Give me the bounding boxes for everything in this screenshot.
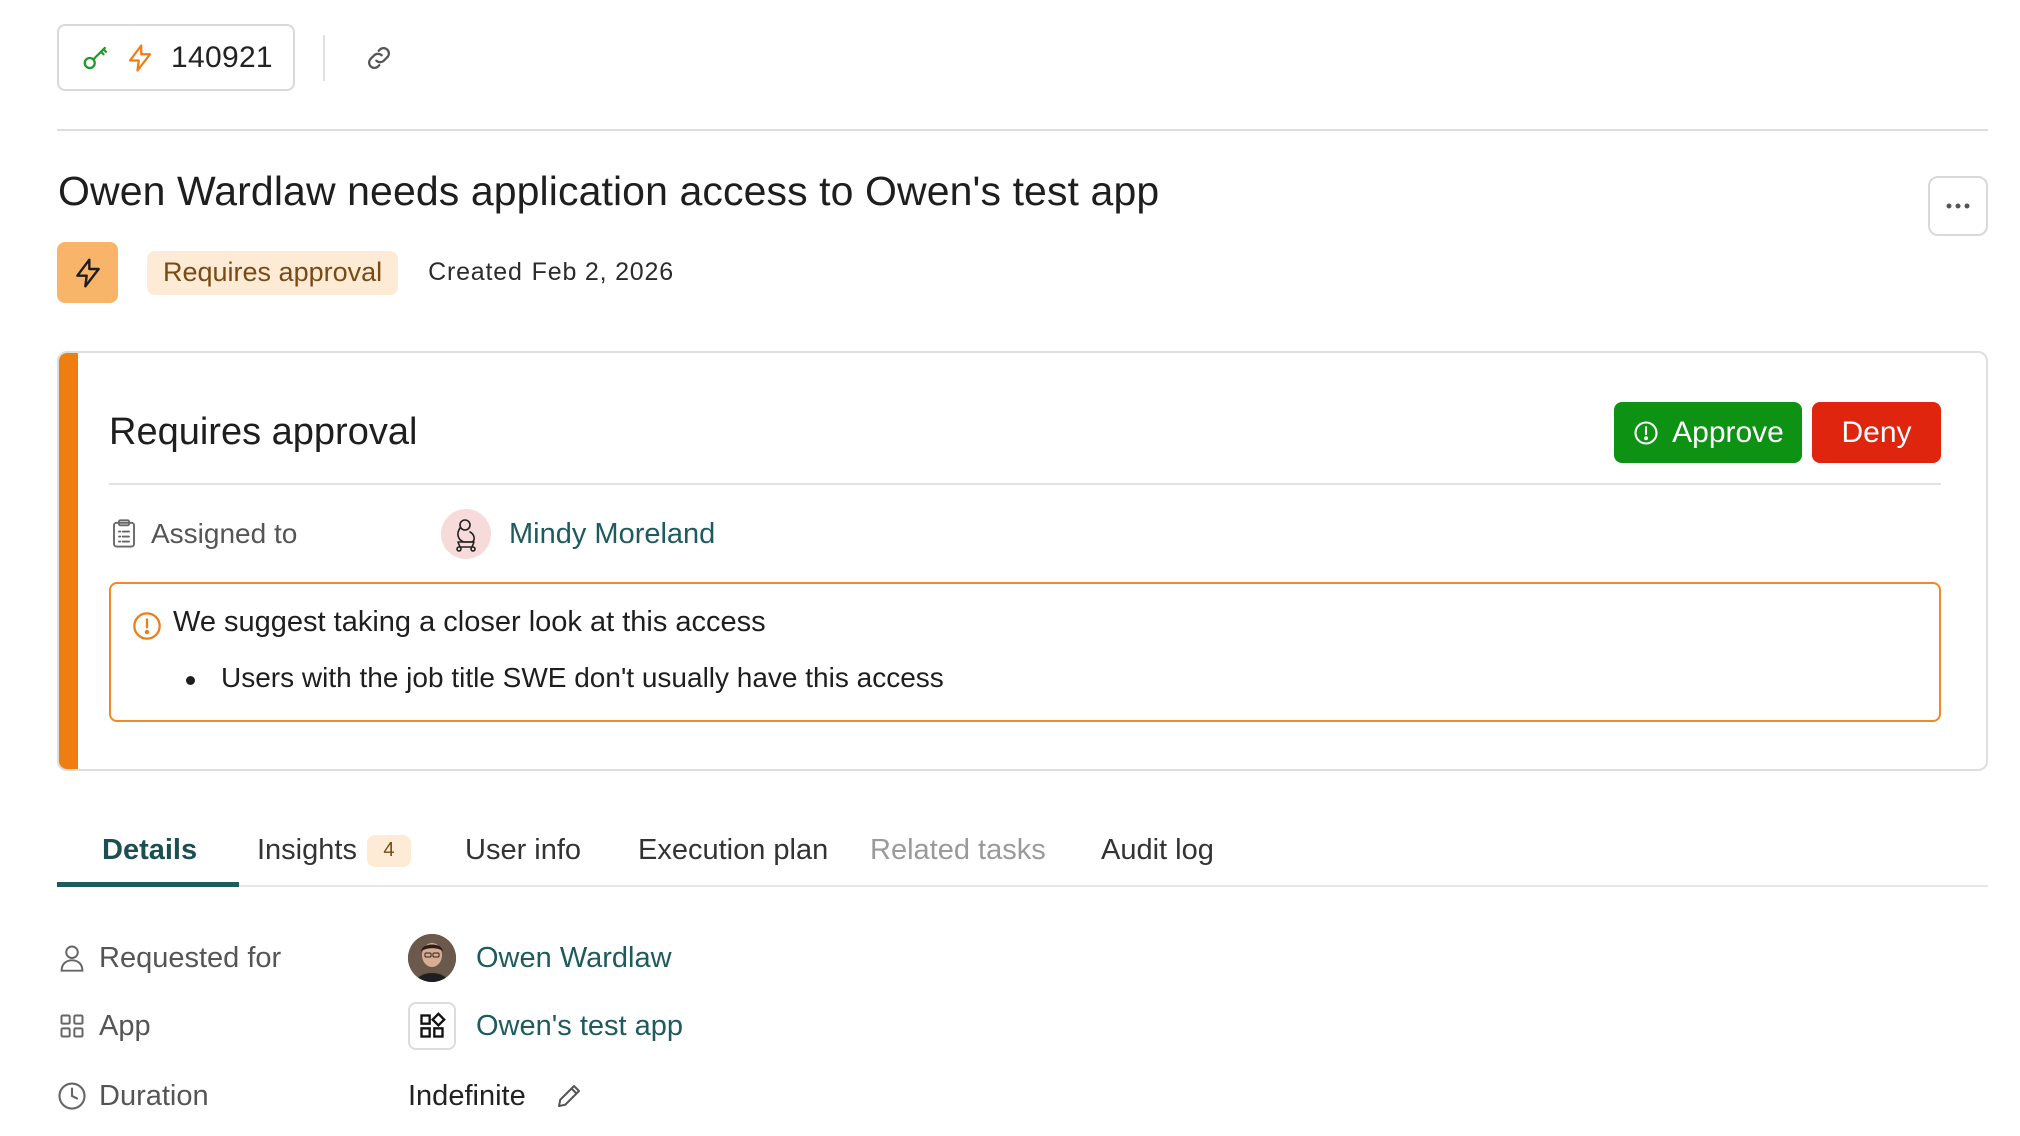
top-toolbar: 140921 xyxy=(57,24,403,91)
assignee-link[interactable]: Mindy Moreland xyxy=(509,518,715,551)
app-row: App Owen's test app xyxy=(57,998,683,1054)
apps-grid-icon xyxy=(57,1011,87,1041)
tab-insights[interactable]: Insights 4 xyxy=(257,834,411,867)
link-icon xyxy=(367,46,390,69)
tab-related-tasks-label: Related tasks xyxy=(870,834,1046,866)
lightning-bolt-icon xyxy=(123,41,157,75)
alert-circle-icon xyxy=(1634,420,1658,445)
approve-button[interactable]: Approve xyxy=(1614,402,1802,463)
meta-row: Requires approval Created Feb 2, 2026 xyxy=(57,242,674,303)
assigned-to-row: Assigned to Mindy Moreland xyxy=(109,507,1909,561)
duration-row: Duration Indefinite xyxy=(57,1068,586,1124)
assignee-avatar xyxy=(441,509,491,559)
tab-details[interactable]: Details xyxy=(102,834,197,867)
card-divider xyxy=(109,483,1941,485)
user-icon xyxy=(57,943,87,973)
pencil-icon xyxy=(557,1085,580,1107)
approval-card-title: Requires approval xyxy=(109,411,418,453)
assigned-to-label: Assigned to xyxy=(151,518,298,549)
more-horizontal-icon xyxy=(1946,203,1970,209)
suggestion-callout: We suggest taking a closer look at this … xyxy=(109,582,1941,722)
created-date-value: Feb 2, 2026 xyxy=(531,258,674,286)
suggestion-item: Users with the job title SWE don't usual… xyxy=(173,662,944,694)
requested-for-label: Requested for xyxy=(99,941,282,974)
more-options-button[interactable] xyxy=(1928,176,1988,236)
duration-label: Duration xyxy=(99,1079,209,1112)
app-label: App xyxy=(99,1009,151,1042)
copy-link-button[interactable] xyxy=(355,34,403,82)
tab-audit-log[interactable]: Audit log xyxy=(1101,834,1214,867)
page-title: Owen Wardlaw needs application access to… xyxy=(58,168,1160,214)
created-prefix: Created xyxy=(428,258,523,286)
toolbar-divider xyxy=(322,34,325,81)
tab-related-tasks[interactable]: Related tasks xyxy=(870,834,1046,867)
edit-duration-button[interactable] xyxy=(552,1079,586,1113)
tab-user-info-label: User info xyxy=(465,834,582,866)
requested-for-row: Requested for Owen Wardlaw xyxy=(57,930,672,986)
lightning-bolt-icon xyxy=(75,257,100,288)
ticket-number: 140921 xyxy=(171,40,273,74)
warning-circle-icon xyxy=(133,612,161,640)
tab-execution-plan-label: Execution plan xyxy=(638,834,829,866)
task-detail-page: 140921 Owen Wardlaw needs application ac… xyxy=(0,0,2020,1136)
deny-button[interactable]: Deny xyxy=(1812,402,1941,463)
tab-insights-label: Insights xyxy=(257,834,357,866)
requester-avatar xyxy=(408,934,456,982)
tab-audit-log-label: Audit log xyxy=(1101,834,1214,866)
key-icon xyxy=(79,41,113,75)
duration-value: Indefinite xyxy=(408,1079,526,1112)
app-link[interactable]: Owen's test app xyxy=(476,1010,683,1043)
requester-link[interactable]: Owen Wardlaw xyxy=(476,942,672,975)
app-logo-icon xyxy=(420,1012,446,1038)
ticket-id-chip[interactable]: 140921 xyxy=(57,24,295,91)
tab-bar: Details Insights 4 User info Execution p… xyxy=(57,822,1988,887)
header-divider xyxy=(57,129,1988,131)
tab-user-info[interactable]: User info xyxy=(465,834,581,867)
app-tile xyxy=(408,1002,456,1050)
suggestion-headline: We suggest taking a closer look at this … xyxy=(173,606,766,638)
clock-icon xyxy=(57,1081,87,1111)
approval-card: Requires approval Approve Deny Assigned … xyxy=(57,351,1988,771)
active-tab-underline xyxy=(57,882,239,887)
suggestion-list: Users with the job title SWE don't usual… xyxy=(173,662,944,694)
tab-execution-plan[interactable]: Execution plan xyxy=(638,834,828,867)
created-date: Created Feb 2, 2026 xyxy=(428,258,674,287)
status-badge: Requires approval xyxy=(147,250,399,295)
card-accent-bar xyxy=(59,353,78,769)
task-type-tile xyxy=(57,242,118,303)
tab-details-label: Details xyxy=(102,834,198,866)
approve-button-label: Approve xyxy=(1672,415,1784,449)
insights-count-badge: 4 xyxy=(366,834,411,867)
clipboard-icon xyxy=(109,519,139,549)
